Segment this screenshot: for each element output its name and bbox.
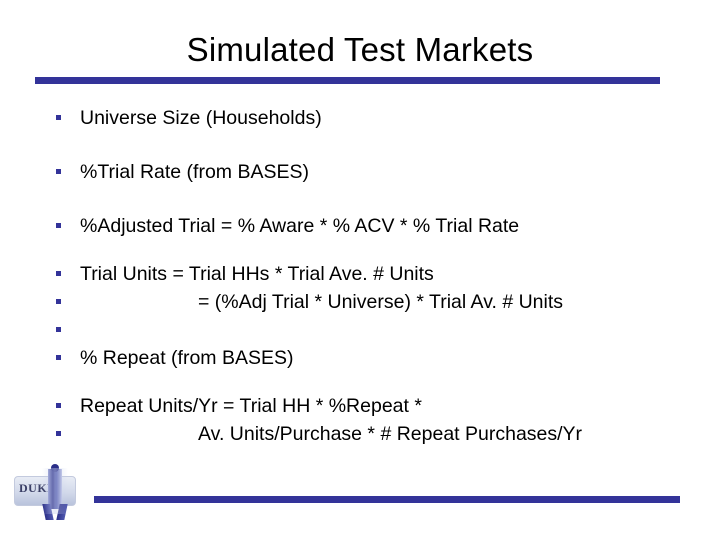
list-item-text: Av. Units/Purchase * # Repeat Purchases/…: [198, 423, 583, 445]
duke-logo: DUKE: [14, 462, 90, 520]
bullet-dot-icon: [56, 327, 61, 332]
bullet-dot-icon: [56, 115, 61, 120]
slide-title: Simulated Test Markets: [186, 31, 534, 68]
tower-highlight: [42, 468, 68, 514]
list-item: Repeat Units/Yr = Trial HH * %Repeat *: [0, 392, 720, 420]
list-item-text: Universe Size (Households): [80, 107, 322, 129]
list-item-text: %Adjusted Trial = % Aware * % ACV * % Tr…: [80, 215, 520, 237]
list-item: %Trial Rate (from BASES): [0, 158, 720, 186]
duke-chapel-tower-icon: [42, 462, 68, 520]
title-underline-rule: [35, 77, 660, 84]
list-item: Trial Units = Trial HHs * Trial Ave. # U…: [0, 260, 720, 288]
bullet-block-2: %Trial Rate (from BASES): [0, 158, 720, 186]
list-item: Universe Size (Households): [0, 104, 720, 132]
list-item-continuation: = (%Adj Trial * Universe) * Trial Av. # …: [0, 288, 720, 316]
bullet-block-3: %Adjusted Trial = % Aware * % ACV * % Tr…: [0, 212, 720, 240]
bullet-dot-icon: [56, 403, 61, 408]
list-item: % Repeat (from BASES): [0, 344, 720, 372]
bullet-dot-icon: [56, 431, 61, 436]
list-item-continuation: Av. Units/Purchase * # Repeat Purchases/…: [0, 420, 720, 448]
list-item-text: % Repeat (from BASES): [80, 347, 294, 369]
list-item-text: = (%Adj Trial * Universe) * Trial Av. # …: [198, 291, 564, 313]
bullet-block-4: Trial Units = Trial HHs * Trial Ave. # U…: [0, 260, 720, 372]
list-item: %Adjusted Trial = % Aware * % ACV * % Tr…: [0, 212, 720, 240]
list-item-text: Repeat Units/Yr = Trial HH * %Repeat *: [80, 395, 422, 417]
bullet-dot-icon: [56, 299, 61, 304]
bullet-block-1: Universe Size (Households): [0, 104, 720, 132]
bullet-dot-icon: [56, 271, 61, 276]
list-item-text: %Trial Rate (from BASES): [80, 161, 309, 183]
bullet-dot-icon: [56, 355, 61, 360]
bullet-list: Universe Size (Households) %Trial Rate (…: [0, 104, 720, 448]
list-item-text: Trial Units = Trial HHs * Trial Ave. # U…: [80, 263, 434, 285]
bullet-dot-icon: [56, 169, 61, 174]
bullet-dot-icon: [56, 223, 61, 228]
slide: Simulated Test Markets Universe Size (Ho…: [0, 0, 720, 540]
footer-rule: [94, 496, 680, 503]
list-item-empty: [0, 316, 720, 344]
bullet-block-5: Repeat Units/Yr = Trial HH * %Repeat * A…: [0, 392, 720, 448]
